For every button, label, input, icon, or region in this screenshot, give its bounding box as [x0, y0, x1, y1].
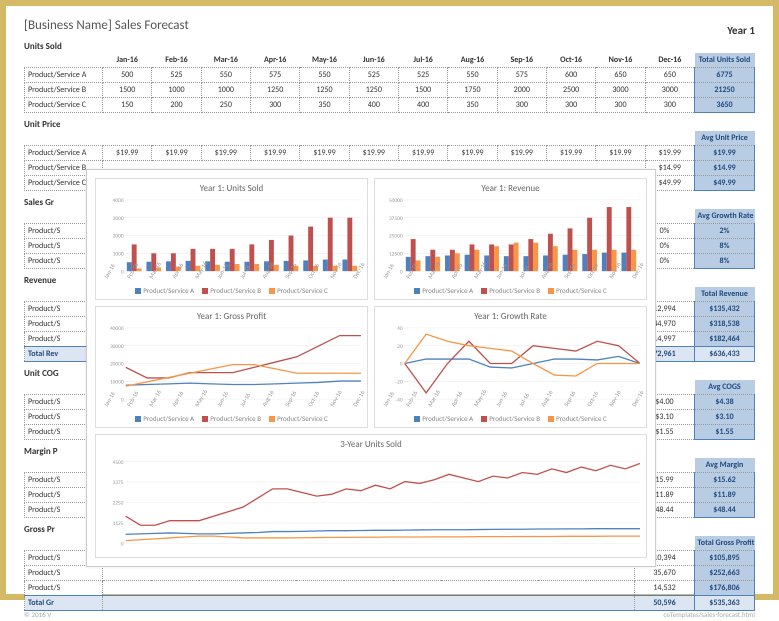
- svg-text:40000: 40000: [110, 326, 124, 332]
- table-row: Product/Service A50052555057555052552555…: [25, 68, 755, 83]
- svg-text:4500: 4500: [113, 460, 124, 466]
- table-row: Product/S14,532$176,806: [25, 581, 755, 596]
- svg-text:25000: 25000: [389, 234, 403, 240]
- svg-text:50000: 50000: [389, 198, 403, 204]
- svg-text:0: 0: [400, 269, 403, 275]
- charts-panel: Year 1: Units Sold 01000200030004000 Jan…: [86, 169, 656, 567]
- source-path: ceTemplates/sales-forecast.html: [663, 610, 755, 619]
- table-row: Product/Service A$19.99$19.99$19.99$19.9…: [25, 146, 755, 161]
- copyright: © 2016 V: [24, 610, 51, 619]
- section-units-sold: Units Sold: [24, 41, 755, 52]
- svg-text:0: 0: [400, 362, 403, 368]
- svg-text:20: 20: [397, 344, 403, 350]
- col-month: Jan-16: [103, 53, 152, 68]
- svg-text:0: 0: [121, 397, 124, 403]
- chart-svg: -40 -20 0 20 40: [381, 324, 640, 403]
- svg-text:10000: 10000: [110, 379, 124, 385]
- svg-text:20000: 20000: [110, 362, 124, 368]
- chart-svg: 0 1000 2000 3000 4000: [102, 196, 361, 275]
- svg-text:2250: 2250: [113, 501, 124, 507]
- svg-text:1125: 1125: [113, 521, 124, 527]
- chart-revenue: Year 1: Revenue 012500250003750050000 Ja…: [374, 178, 647, 300]
- year-label: Year 1: [727, 24, 755, 37]
- svg-text:12500: 12500: [389, 251, 403, 257]
- page-title: [Business Name] Sales Forecast: [24, 18, 755, 33]
- section-unit-price: Unit Price: [24, 119, 755, 130]
- svg-text:3375: 3375: [113, 480, 124, 486]
- svg-text:1000: 1000: [113, 251, 124, 257]
- svg-text:3000: 3000: [113, 216, 124, 222]
- table-row: Product/Service B15001000100012501250125…: [25, 83, 755, 98]
- svg-text:30000: 30000: [110, 344, 124, 350]
- table-row-total: Total Gr50,596$535,363: [25, 596, 755, 611]
- svg-text:0: 0: [121, 269, 124, 275]
- table-row: Product/S35,670$252,663: [25, 566, 755, 581]
- chart-units-sold: Year 1: Units Sold 01000200030004000 Jan…: [95, 178, 368, 300]
- units-total-head: Total Units Sold: [695, 53, 755, 68]
- chart-3year-units: 3-Year Units Sold 01125225033754500: [95, 434, 647, 558]
- svg-text:0: 0: [121, 542, 124, 548]
- svg-text:-40: -40: [395, 397, 402, 403]
- chart-growth-rate: Year 1: Growth Rate -40-2002040 Jan-16Fe…: [374, 306, 647, 428]
- svg-text:4000: 4000: [113, 198, 124, 204]
- chart-gross-profit: Year 1: Gross Profit 0100002000030000400…: [95, 306, 368, 428]
- svg-text:-20: -20: [395, 379, 402, 385]
- table-row: Product/Service C15020025030035040040035…: [25, 98, 755, 113]
- svg-text:2000: 2000: [113, 234, 124, 240]
- chart-svg: 0 12500 25000 37500 50000: [381, 196, 640, 275]
- svg-text:40: 40: [397, 326, 403, 332]
- units-sold-table: Jan-16Feb-16Mar-16Apr-16May-16Jun-16Jul-…: [24, 53, 755, 113]
- chart-svg: 0 1125 2250 3375 4500: [102, 452, 640, 553]
- svg-text:37500: 37500: [389, 216, 403, 222]
- chart-svg: 0 10000 20000 30000 40000: [102, 324, 361, 403]
